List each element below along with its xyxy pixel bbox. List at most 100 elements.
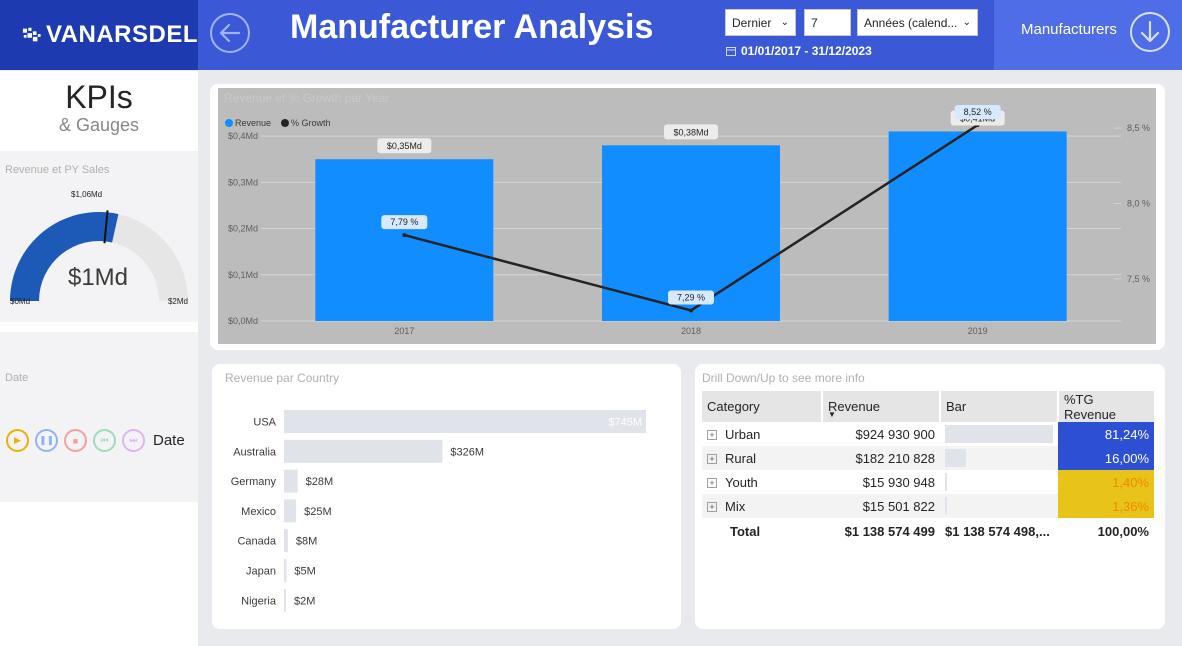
pct-cell: 81,24% — [1058, 422, 1154, 446]
table-header-row: Category Revenue ▼ Bar %TG Revenue — [702, 391, 1154, 422]
date-player: ▶ ❚❚ ■ ⏮ ⏭ Date — [6, 429, 185, 452]
gauge-card[interactable]: Revenue et PY Sales $1,06Md $1Md $0Md $2… — [0, 151, 198, 322]
play-icon[interactable]: ▶ — [6, 429, 29, 452]
revenue-cell: $15 501 822 — [822, 494, 940, 518]
growth-data-label: 8,52 % — [964, 107, 992, 117]
pct-cell: 16,00% — [1058, 446, 1154, 470]
manufacturers-nav-button[interactable]: Manufacturers — [994, 0, 1182, 70]
expand-icon[interactable]: + — [707, 478, 717, 489]
gauge-min-label: $0Md — [10, 297, 30, 306]
revenue-growth-chart: Revenue et % Growth par Year Revenue % G… — [224, 91, 1150, 336]
count-input[interactable]: 7 — [804, 9, 851, 36]
pause-icon[interactable]: ❚❚ — [35, 429, 58, 452]
table-row[interactable]: + Mix $15 501 822 1,36% — [702, 494, 1154, 518]
y-tick-label: $0,2Md — [228, 224, 258, 234]
country-label: USA — [253, 417, 276, 429]
revenue-country-chart: USA $745M Australia $326M Germany $28M Mexico $… — [231, 410, 646, 612]
pct-cell: 1,36% — [1058, 494, 1154, 518]
data-bar — [945, 497, 947, 515]
country-value-label: $8M — [296, 536, 317, 548]
country-bars: USA $745M Australia $326M Germany $28M Mexico $… — [231, 410, 646, 612]
revenue-country-card[interactable]: Revenue par Country USA $745M Australia $32… — [212, 364, 681, 629]
total-row: Total $1 138 574 499 $1 138 574 498,... … — [702, 518, 1154, 544]
country-value-label: $2M — [294, 595, 315, 607]
date-range-text: 01/01/2017 - 31/12/2023 — [741, 44, 872, 58]
stop-icon[interactable]: ■ — [64, 429, 87, 452]
revenue-cell: $924 930 900 — [855, 426, 935, 442]
count-input-value: 7 — [811, 15, 818, 30]
country-bar — [284, 410, 646, 433]
pct-cell: 1,40% — [1058, 470, 1154, 494]
x-tick-label: 2019 — [968, 326, 988, 336]
back-arrow-icon[interactable] — [209, 12, 251, 54]
date-player-label: Date — [153, 432, 185, 449]
data-bar — [945, 473, 947, 491]
sort-desc-icon: ▼ — [828, 410, 836, 419]
country-value-label: $28M — [306, 476, 334, 488]
column-header-pct[interactable]: %TG Revenue — [1058, 391, 1154, 422]
country-value-label: $5M — [294, 566, 315, 578]
table-row[interactable]: + Youth $15 930 948 1,40% — [702, 470, 1154, 494]
legend-revenue-label: Revenue — [235, 118, 271, 128]
period-slicer[interactable]: Dernier ⌄ — [725, 9, 796, 36]
gauge-max-label: $2Md — [168, 297, 188, 306]
table-row[interactable]: + Urban $924 930 900 81,24% — [702, 422, 1154, 446]
page-title: Manufacturer Analysis — [290, 8, 654, 46]
x-tick-label: 2018 — [681, 326, 701, 336]
column-header-revenue[interactable]: Revenue ▼ — [822, 391, 941, 422]
category-label: Rural — [725, 450, 757, 466]
revenue-cell: $182 210 828 — [822, 446, 940, 470]
column-header-category[interactable]: Category — [702, 391, 823, 422]
gauge-target-label: $1,06Md — [71, 190, 102, 199]
country-label: Canada — [237, 536, 276, 548]
chevron-down-icon: ⌄ — [780, 17, 789, 28]
unit-slicer[interactable]: Années (calend... ⌄ — [857, 9, 978, 36]
expand-icon[interactable]: + — [707, 430, 717, 441]
fast-forward-icon[interactable]: ⏭ — [122, 429, 145, 452]
legend-growth-swatch — [281, 119, 289, 127]
total-label: Total — [730, 523, 761, 539]
revenue-data-label: $0,35Md — [387, 141, 422, 151]
category-label: Mix — [725, 498, 746, 514]
left-panel: KPIs & Gauges Revenue et PY Sales $1,06M… — [0, 71, 198, 646]
country-bar — [284, 529, 288, 553]
chevron-down-icon: ⌄ — [962, 17, 971, 28]
country-label: Germany — [231, 476, 277, 488]
y-tick-label: $0,1Md — [228, 270, 258, 280]
expand-icon[interactable]: + — [707, 502, 717, 513]
revenue-data-label: $0,38Md — [673, 127, 708, 137]
country-label: Mexico — [241, 506, 276, 518]
bar-cell — [940, 470, 1058, 494]
growth-data-label: 7,29 % — [677, 292, 705, 302]
down-arrow-icon — [1130, 12, 1170, 52]
country-label: Japan — [246, 566, 276, 578]
expand-icon[interactable]: + — [707, 454, 717, 465]
revenue-growth-card[interactable]: Revenue et % Growth par Year Revenue % G… — [210, 84, 1165, 350]
country-bar — [284, 469, 298, 493]
unit-slicer-value: Années (calend... — [864, 15, 958, 30]
growth-point — [689, 308, 693, 313]
total-pct: 100,00% — [1097, 523, 1149, 539]
date-range: 01/01/2017 - 31/12/2023 — [726, 44, 872, 58]
y-tick-label: $0,3Md — [228, 177, 258, 187]
category-cell: + Urban — [702, 422, 822, 446]
drill-table-card[interactable]: Drill Down/Up to see more info Category … — [695, 364, 1165, 629]
revenue-bar — [888, 131, 1067, 321]
bar-cell — [940, 422, 1058, 446]
kpi-title: KPIs — [65, 79, 133, 115]
revenue-bar — [315, 159, 494, 321]
column-header-bar[interactable]: Bar — [940, 391, 1059, 422]
data-bar — [945, 425, 1053, 443]
country-value-label: $745M — [608, 417, 642, 429]
category-label: Urban — [725, 426, 761, 442]
header-bar: VANARSDEL Manufacturer Analysis Dernier … — [0, 0, 1182, 70]
calendar-icon — [726, 47, 736, 56]
rewind-icon[interactable]: ⏮ — [93, 429, 116, 452]
legend-growth-label: % Growth — [291, 118, 331, 128]
gauge-value: $1Md — [68, 264, 128, 291]
table-row[interactable]: + Rural $182 210 828 16,00% — [702, 446, 1154, 470]
bar-cell — [940, 446, 1058, 470]
period-slicer-value: Dernier — [732, 15, 772, 30]
revenue-cell: $15 930 948 — [862, 474, 935, 490]
country-value-label: $326M — [450, 446, 484, 458]
